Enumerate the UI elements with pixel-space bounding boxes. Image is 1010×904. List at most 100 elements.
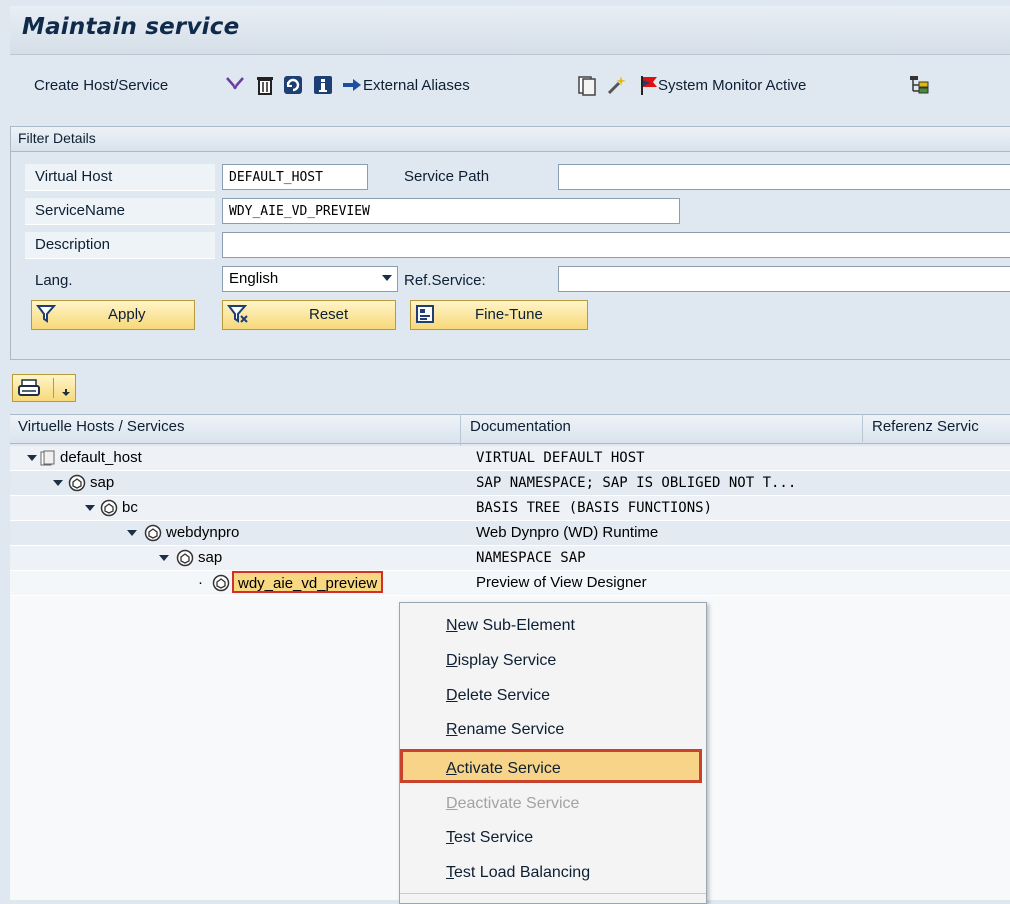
tree-node-doc: Web Dynpro (WD) Runtime <box>476 524 659 541</box>
fine-tune-label: Fine-Tune <box>475 306 543 323</box>
tree-node-label[interactable]: sap <box>198 548 222 568</box>
menu-label-rest: est Service <box>454 829 534 846</box>
ref-service-input[interactable] <box>558 266 1010 292</box>
filter-reset-icon <box>227 304 249 328</box>
service-path-label: Service Path <box>404 168 490 185</box>
tree-row[interactable]: webdynpro Web Dynpro (WD) Runtime <box>10 521 1010 546</box>
menu-label: Delete Service <box>446 679 550 713</box>
menu-label: Display Service <box>446 644 556 678</box>
menu-item-test-load-balancing[interactable]: Test Load Balancing <box>400 856 706 890</box>
tree-node-doc: NAMESPACE SAP <box>476 550 586 566</box>
menu-label-rest: isplay Service <box>457 652 557 669</box>
description-input[interactable] <box>222 232 1010 258</box>
document-icon[interactable] <box>576 74 598 96</box>
flag-icon[interactable] <box>638 74 660 96</box>
tree-node-doc: VIRTUAL DEFAULT HOST <box>476 450 645 466</box>
menu-label: New Sub-Element <box>446 609 575 643</box>
reset-button[interactable]: Reset <box>222 300 396 330</box>
display-change-icon[interactable] <box>224 74 246 96</box>
page-title: Maintain service <box>22 14 240 40</box>
lang-select-value: English <box>229 270 279 287</box>
reset-label: Reset <box>309 306 349 323</box>
tree-node-label[interactable]: webdynpro <box>166 523 239 543</box>
service-node-icon <box>212 574 230 594</box>
menu-accel: D <box>446 795 458 812</box>
ref-service-label: Ref.Service: <box>404 272 486 289</box>
expand-arrow-icon[interactable] <box>84 498 96 518</box>
menu-accel: T <box>446 829 454 846</box>
service-node-icon <box>176 549 194 569</box>
tree-row-selected[interactable]: · wdy_aie_vd_preview Preview of View Des… <box>10 571 1010 596</box>
menu-label-rest: est Load Balancing <box>454 864 591 881</box>
apply-button[interactable]: Apply <box>31 300 195 330</box>
fine-tune-button[interactable]: Fine-Tune <box>410 300 588 330</box>
printer-icon <box>17 378 41 402</box>
menu-item-delete-service[interactable]: Delete Service <box>400 679 706 713</box>
expand-arrow-icon[interactable] <box>126 523 138 543</box>
column-header-hosts[interactable]: Virtuelle Hosts / Services <box>18 418 184 435</box>
service-name-input[interactable]: WDY_AIE_VD_PREVIEW <box>222 198 680 224</box>
virtual-host-input[interactable]: DEFAULT_HOST <box>222 164 368 190</box>
menu-label: Deactivate Service <box>446 787 579 821</box>
menu-separator <box>400 893 706 894</box>
hierarchy-icon[interactable] <box>908 74 930 96</box>
arrow-right-icon <box>341 74 363 96</box>
wizard-icon[interactable] <box>606 74 628 96</box>
menu-label-rest: ctivate Service <box>456 760 561 777</box>
virtual-host-label: Virtual Host <box>25 164 215 191</box>
menu-label-rest: eactivate Service <box>457 795 580 812</box>
tree-row[interactable]: sap SAP NAMESPACE; SAP IS OBLIGED NOT T.… <box>10 471 1010 496</box>
tree-row[interactable]: default_host VIRTUAL DEFAULT HOST <box>10 446 1010 471</box>
menu-label: Rename Service <box>446 713 564 747</box>
fine-tune-icon <box>415 304 435 328</box>
refresh-icon[interactable] <box>282 74 304 96</box>
menu-accel: D <box>446 687 458 704</box>
menu-accel: N <box>446 617 458 634</box>
service-node-icon <box>68 474 86 494</box>
apply-label: Apply <box>108 306 146 323</box>
service-path-input[interactable] <box>558 164 1010 190</box>
tree-row[interactable]: bc BASIS TREE (BASIS FUNCTIONS) <box>10 496 1010 521</box>
column-divider <box>862 414 863 442</box>
menu-item-display-service[interactable]: Display Service <box>400 644 706 678</box>
tree-row[interactable]: sap NAMESPACE SAP <box>10 546 1010 571</box>
folder-icon <box>40 450 56 470</box>
expand-arrow-icon[interactable] <box>26 448 38 468</box>
menu-label-rest: ew Sub-Element <box>457 617 575 634</box>
menu-item-activate-service[interactable]: Activate Service <box>400 749 702 783</box>
tree-node-label[interactable]: default_host <box>60 448 142 468</box>
tree-node-label[interactable]: bc <box>122 498 138 518</box>
expand-arrow-icon[interactable] <box>52 473 64 493</box>
menu-label: Test Load Balancing <box>446 856 590 890</box>
menu-accel: T <box>446 864 454 881</box>
filter-icon <box>36 304 57 328</box>
column-header-documentation[interactable]: Documentation <box>470 418 571 435</box>
selected-service-label[interactable]: wdy_aie_vd_preview <box>232 571 384 593</box>
tree-node-doc: Preview of View Designer <box>476 574 647 591</box>
menu-label-rest: ename Service <box>457 721 565 738</box>
dropdown-arrow-icon[interactable] <box>61 380 71 400</box>
lang-select[interactable]: English <box>222 266 398 292</box>
menu-label-rest: elete Service <box>457 687 551 704</box>
menu-item-deactivate-service: Deactivate Service <box>400 787 706 821</box>
menu-label: Test Service <box>446 821 533 855</box>
tree-node-doc: BASIS TREE (BASIS FUNCTIONS) <box>476 500 713 516</box>
tree-node-doc: SAP NAMESPACE; SAP IS OBLIGED NOT T... <box>476 475 797 491</box>
description-label: Description <box>25 232 215 259</box>
expand-arrow-icon[interactable] <box>158 548 170 568</box>
column-header-referenz[interactable]: Referenz Servic <box>872 418 979 435</box>
service-node-icon <box>144 524 162 544</box>
menu-item-test-service[interactable]: Test Service <box>400 821 706 855</box>
tree-node-label[interactable]: sap <box>90 473 114 493</box>
menu-item-rename-service[interactable]: Rename Service <box>400 713 706 747</box>
delete-icon[interactable] <box>254 74 276 96</box>
external-aliases-button[interactable]: External Aliases <box>363 74 470 98</box>
filter-header <box>10 126 1010 152</box>
system-monitor-button[interactable]: System Monitor Active <box>658 74 806 98</box>
info-icon[interactable] <box>312 74 334 96</box>
menu-item-new-sub-element[interactable]: New Sub-Element <box>400 609 706 643</box>
print-button[interactable] <box>12 374 76 402</box>
menu-label: Activate Service <box>446 752 561 786</box>
create-host-service-button[interactable]: Create Host/Service <box>34 74 168 98</box>
service-name-label: ServiceName <box>25 198 215 225</box>
